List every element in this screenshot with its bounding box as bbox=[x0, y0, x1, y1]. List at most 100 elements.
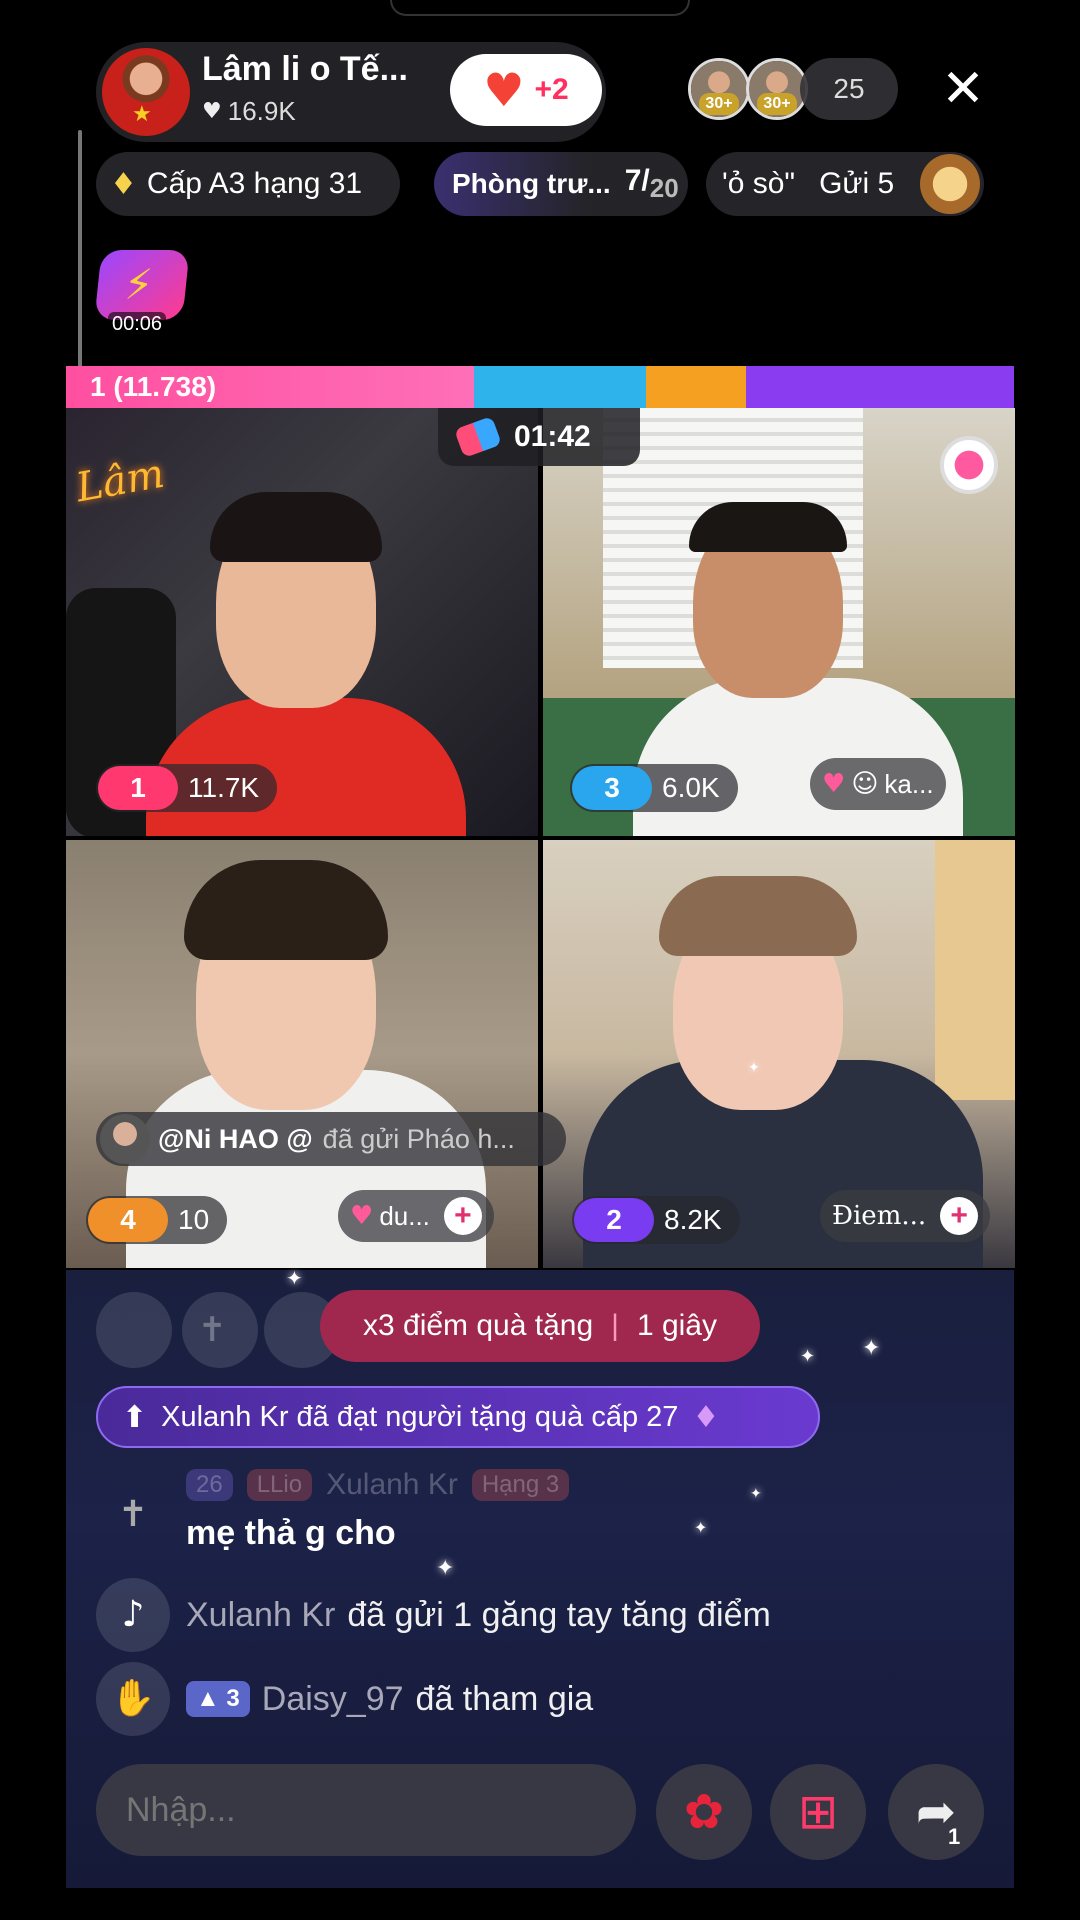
cross-icon: ✝ bbox=[198, 1310, 227, 1350]
gift-multiplier-banner: x3 điểm quà tặng | 1 giây bbox=[320, 1290, 760, 1362]
notice-text: đã gửi Pháo h... bbox=[322, 1123, 515, 1154]
top-fan-pill[interactable]: ♥ ☺ ka... bbox=[810, 758, 946, 810]
level-up-banner: ⬆ Xulanh Kr đã đạt người tặng quà cấp 27… bbox=[96, 1386, 820, 1448]
person-icon: ☺ bbox=[851, 769, 879, 799]
top-fan-name: Điem... bbox=[832, 1201, 927, 1231]
person-body bbox=[633, 678, 963, 836]
follow-plus-label: +2 bbox=[534, 73, 569, 106]
chat-username[interactable]: Xulanh Kr bbox=[186, 1596, 335, 1635]
diamond-icon: ♦ bbox=[110, 166, 137, 202]
multiplier-time: 1 giây bbox=[636, 1309, 717, 1342]
guest-score: 8.2K bbox=[664, 1204, 722, 1235]
host-avatar[interactable] bbox=[100, 46, 192, 138]
top-fan-pill[interactable]: Điem... + bbox=[820, 1190, 991, 1242]
flash-timer: 00:06 bbox=[108, 312, 167, 337]
chat-username[interactable]: Daisy_97 bbox=[262, 1680, 404, 1719]
share-count: 1 bbox=[948, 1824, 961, 1849]
top-viewer-avatar[interactable]: 30+ bbox=[688, 58, 750, 120]
share-button[interactable]: ➦ bbox=[888, 1764, 984, 1860]
sparkle: ✦ bbox=[862, 1336, 881, 1361]
close-icon[interactable]: ✕ bbox=[930, 54, 996, 124]
guest-rank-pill[interactable]: 2 8.2K bbox=[572, 1196, 740, 1244]
sparkle: ✦ bbox=[750, 1486, 762, 1502]
tiktok-icon: ♪ bbox=[96, 1578, 170, 1652]
leader-score: 1 (11.738) bbox=[90, 371, 217, 402]
top-fan-pill[interactable]: ♥ du... + bbox=[338, 1190, 494, 1242]
sparkle: ✦ bbox=[748, 1060, 760, 1076]
add-icon[interactable]: + bbox=[443, 1197, 482, 1235]
guest-score: 10 bbox=[178, 1204, 210, 1235]
avatar bbox=[100, 1114, 150, 1164]
sparkle: ✦ bbox=[694, 1518, 708, 1537]
gift-goal-action: Gửi 5 bbox=[819, 167, 895, 200]
follow-button[interactable]: ♥ +2 bbox=[450, 54, 602, 126]
chat-faded-header: 26 LLio Xulanh Kr Hạng 3 bbox=[186, 1468, 570, 1502]
neon-sign: Lâm bbox=[72, 450, 168, 512]
versus-fist-icon bbox=[454, 416, 502, 458]
guest-rank-pill[interactable]: 1 11.7K bbox=[96, 764, 278, 812]
chat-message: ✋ ▲ 3 Daisy_97 đã tham gia bbox=[96, 1662, 593, 1736]
battle-timer-text: 01:42 bbox=[514, 420, 591, 453]
diamond-icon: ♦ bbox=[692, 1399, 720, 1435]
gift-goal-label: 'ỏ sò" bbox=[722, 167, 796, 200]
room-label: Phòng trư... bbox=[452, 168, 611, 199]
gift-goal-chip[interactable]: 'ỏ sò" Gửi 5 bbox=[706, 152, 984, 216]
curtain bbox=[935, 840, 1015, 1100]
viewer-count[interactable]: 25 bbox=[800, 58, 898, 120]
heart-icon: ♥ bbox=[350, 1201, 374, 1231]
sparkle: ✦ bbox=[800, 1346, 816, 1367]
host-name[interactable]: Lâm li o Tế... bbox=[202, 50, 408, 89]
chat-message: mẹ thả g cho bbox=[186, 1514, 396, 1552]
chat-text: đã tham gia bbox=[415, 1679, 594, 1718]
device-notch bbox=[390, 0, 690, 16]
chat-username: Xulanh Kr bbox=[326, 1468, 458, 1501]
avatar bbox=[96, 1292, 172, 1368]
age-badge: 30+ bbox=[699, 93, 739, 115]
level-up-text: Xulanh Kr đã đạt người tặng quà cấp 27 bbox=[161, 1400, 679, 1433]
heart-icon: ♥ bbox=[202, 99, 222, 124]
guest-score: 6.0K bbox=[662, 772, 720, 803]
wave-hand-icon: ✋ bbox=[96, 1662, 170, 1736]
top-fan-name: du... bbox=[379, 1200, 430, 1231]
guest-score: 11.7K bbox=[188, 772, 260, 803]
level-badge: ▲ 3 bbox=[186, 1681, 250, 1717]
notice-user: @Ni HAO @ bbox=[158, 1123, 313, 1154]
level-badge: 26 bbox=[186, 1469, 233, 1501]
lightning-icon: ⚡ bbox=[124, 260, 154, 309]
score-segment bbox=[646, 366, 746, 408]
comment-input[interactable] bbox=[96, 1764, 636, 1856]
level-chip[interactable]: ♦ Cấp A3 hạng 31 bbox=[96, 152, 400, 216]
room-chip[interactable]: Phòng trư... 7/20 bbox=[434, 152, 688, 216]
rose-gift-button[interactable]: ✿ bbox=[656, 1764, 752, 1860]
gift-button[interactable]: ⊞ bbox=[770, 1764, 866, 1860]
heart-icon: ♥ bbox=[483, 63, 525, 117]
sparkle: ✦ bbox=[436, 1556, 455, 1581]
chat-text: đã gửi 1 găng tay tăng điểm bbox=[347, 1595, 771, 1634]
multiplier-text: x3 điểm quà tặng bbox=[362, 1309, 594, 1342]
arrow-up-icon: ⬆ bbox=[122, 1399, 148, 1435]
add-icon[interactable]: + bbox=[940, 1197, 979, 1235]
rank-number: 3 bbox=[572, 766, 652, 810]
divider: | bbox=[611, 1309, 619, 1342]
hearts-icon: ♥ bbox=[822, 769, 846, 799]
flash-event-badge[interactable]: ⚡ 00:06 bbox=[94, 250, 190, 340]
tile-boost-icon[interactable] bbox=[940, 436, 998, 494]
guest-rank-pill[interactable]: 3 6.0K bbox=[570, 764, 738, 812]
rank-badge: Hạng 3 bbox=[471, 1469, 570, 1501]
score-segment bbox=[474, 366, 646, 408]
cross-icon: ✝ bbox=[117, 1494, 149, 1535]
rank-number: 2 bbox=[574, 1198, 654, 1242]
gift-icon bbox=[920, 154, 980, 214]
rank-number: 4 bbox=[88, 1198, 168, 1242]
top-fan-name: ka... bbox=[884, 768, 934, 799]
person-hair bbox=[689, 502, 847, 552]
top-viewer-avatar[interactable]: 30+ bbox=[746, 58, 808, 120]
guest-rank-pill[interactable]: 4 10 bbox=[86, 1196, 228, 1244]
person-hair bbox=[659, 876, 857, 956]
person-hair bbox=[210, 492, 382, 562]
score-segment bbox=[746, 366, 1014, 408]
host-likes: ♥ 16.9K bbox=[202, 96, 296, 127]
host-likes-count: 16.9K bbox=[227, 96, 296, 126]
gift-notice: @Ni HAO @ đã gửi Pháo h... bbox=[96, 1112, 566, 1166]
person-hair bbox=[184, 860, 388, 960]
